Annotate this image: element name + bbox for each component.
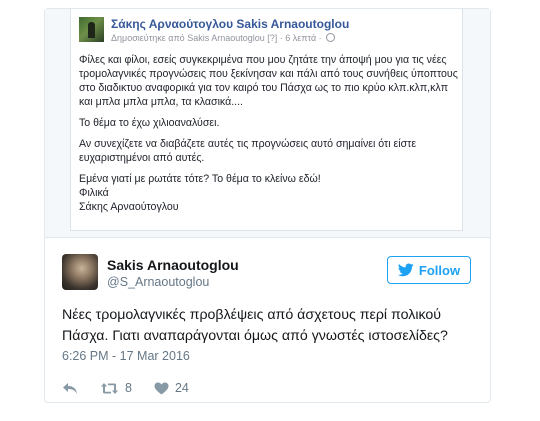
facebook-avatar <box>79 17 104 42</box>
facebook-paragraph: Το θέμα το έχω χιλιοαναλύσει. <box>79 117 220 129</box>
facebook-post-time: 6 λεπτά · <box>285 33 322 43</box>
follow-button-label: Follow <box>418 262 461 278</box>
tweet-media-screenshot[interactable]: Σάκης Αρναούτογλου Sakis Arnaoutoglou Δη… <box>45 9 490 237</box>
follow-button[interactable]: Follow <box>387 256 471 284</box>
embedded-tweet: Σάκης Αρναούτογλου Sakis Arnaoutoglou Δη… <box>44 8 491 403</box>
heart-icon <box>154 382 169 394</box>
retweet-count: 8 <box>125 381 132 395</box>
like-button[interactable]: 24 <box>154 381 189 395</box>
facebook-signature: Σάκης Αρναούτογλου <box>79 201 179 213</box>
card-divider <box>45 237 490 238</box>
facebook-closing-line: Φιλικά <box>79 187 109 199</box>
tweet-timestamp[interactable]: 6:26 PM - 17 Mar 2016 <box>62 349 190 363</box>
facebook-meta-separator: [?] · <box>267 33 283 43</box>
tweet-text: Νέες τρομολαγνικές προβλέψεις από άσχετο… <box>62 307 448 344</box>
facebook-author-name: Σάκης Αρναούτογλου Sakis Arnaoutoglou <box>111 17 350 31</box>
retweet-icon <box>101 382 118 394</box>
facebook-closing-line: Εμένα γιατί με ρωτάτε τότε? Το θέμα το κ… <box>79 173 321 185</box>
tweet-author-handle[interactable]: @S_Arnaoutoglou <box>107 275 209 289</box>
facebook-paragraph: Φίλες και φίλοι, εσείς συγκεκριμένα που … <box>79 54 458 108</box>
facebook-paragraph: Αν συνεχίζετε να διαβάζετε αυτές τις προ… <box>79 138 417 164</box>
tweet-author-name[interactable]: Sakis Arnaoutoglou <box>107 257 239 273</box>
facebook-post-meta: Δημοσιεύτηκε από Sakis Arnaoutoglou [?] … <box>111 33 336 43</box>
avatar[interactable] <box>62 254 98 290</box>
retweet-button[interactable]: 8 <box>100 381 132 395</box>
tweet-actions: 8 24 <box>62 381 189 395</box>
globe-icon <box>326 33 336 42</box>
like-count: 24 <box>174 381 189 395</box>
reply-button[interactable] <box>62 382 78 395</box>
reply-icon <box>63 382 77 394</box>
bird-icon <box>397 263 414 277</box>
facebook-post-card: Σάκης Αρναούτογλου Sakis Arnaoutoglou Δη… <box>70 9 463 231</box>
facebook-post-body: Φίλες και φίλοι, εσείς συγκεκριμένα που … <box>79 53 459 214</box>
facebook-published-by: Δημοσιεύτηκε από Sakis Arnaoutoglou <box>111 33 265 43</box>
